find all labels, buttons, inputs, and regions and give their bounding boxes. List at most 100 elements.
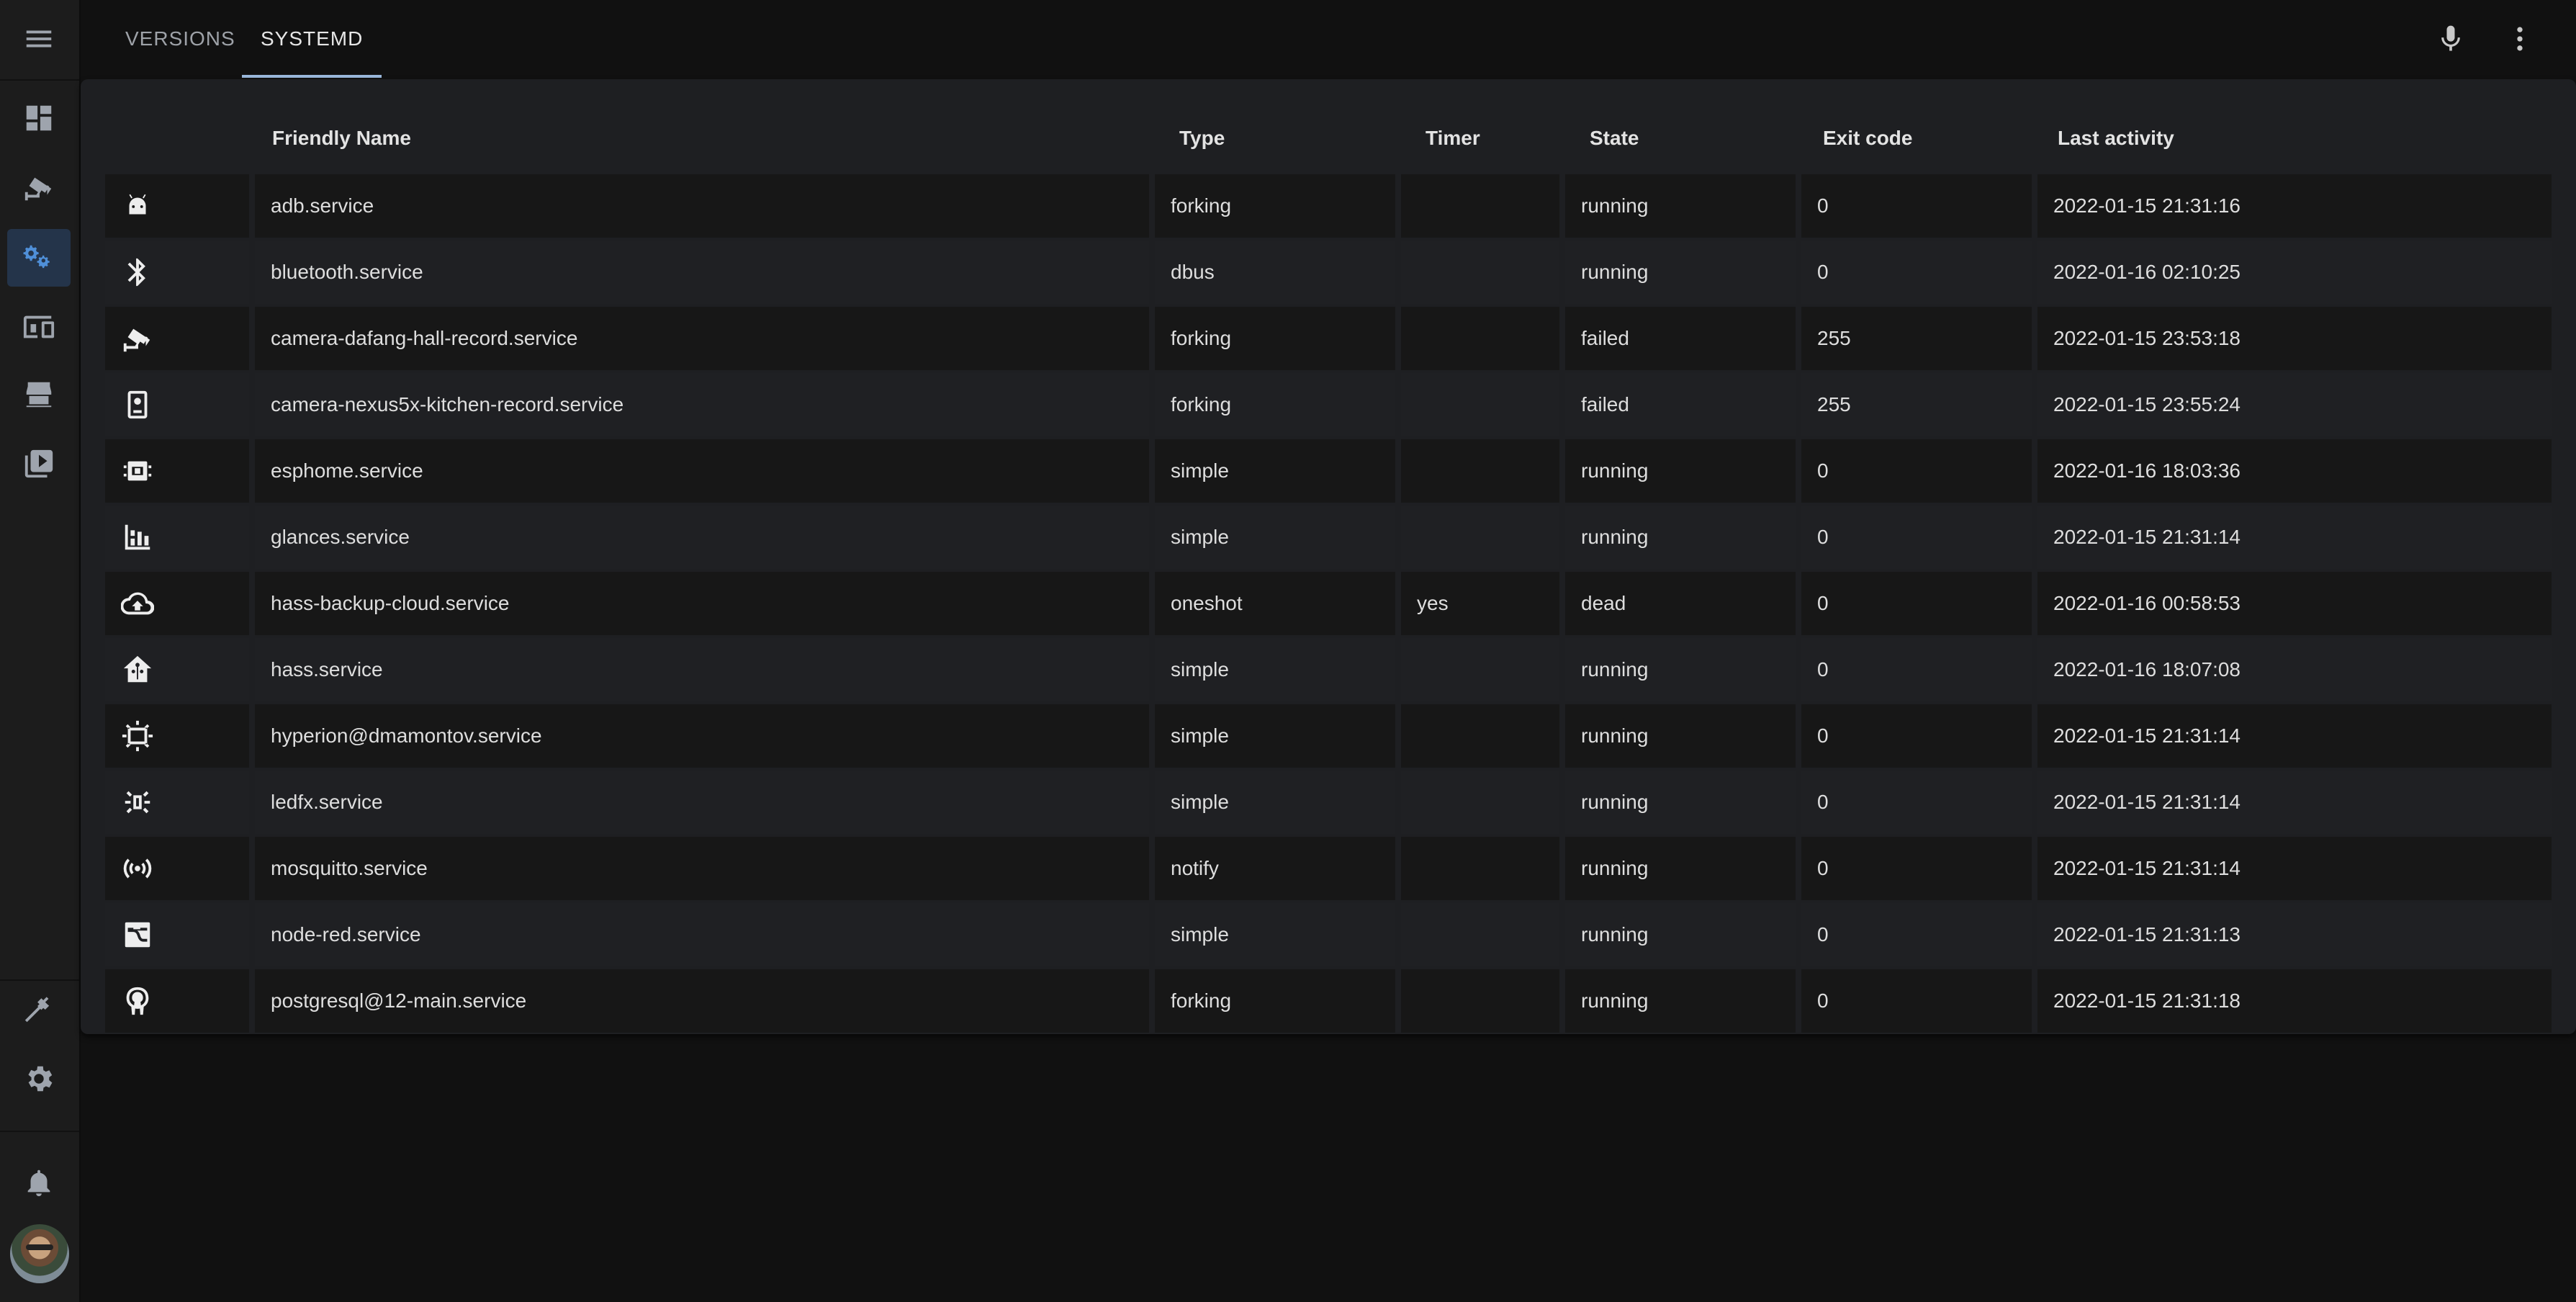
microphone-icon (2441, 25, 2460, 51)
cell-activity: 2022-01-15 21:31:18 (2037, 969, 2552, 1033)
cell-type: simple (1155, 439, 1395, 503)
cell-state: running (1565, 771, 1796, 834)
table-row[interactable]: hass.service simple running 0 2022-01-16 18:… (105, 638, 2552, 701)
chart-icon (125, 524, 150, 550)
hammer-icon (24, 997, 50, 1023)
media-icon (24, 449, 53, 478)
sidebar (0, 0, 81, 1302)
sidebar-item-devices[interactable] (7, 298, 71, 356)
cell-timer (1401, 174, 1559, 238)
bell-icon (27, 1169, 50, 1197)
sidebar-divider (0, 1131, 79, 1132)
table-row[interactable]: mosquitto.service notify running 0 2022-01-1… (105, 837, 2552, 900)
table-row[interactable]: camera-dafang-hall-record.service forking… (105, 307, 2552, 370)
cell-name: ledfx.service (255, 771, 1149, 834)
service-icon-cell (105, 307, 249, 370)
top-bar: VERSIONS SYSTEMD (81, 0, 2576, 78)
dots-vertical-icon (2517, 27, 2523, 51)
sidebar-item-supervisor[interactable] (7, 229, 71, 287)
cell-exit: 0 (1801, 969, 2032, 1033)
cell-name: glances.service (255, 506, 1149, 569)
service-icon-cell (105, 704, 249, 768)
cell-exit: 255 (1801, 373, 2032, 436)
cell-activity: 2022-01-15 23:53:18 (2037, 307, 2552, 370)
sidebar-divider (0, 79, 79, 81)
cell-activity: 2022-01-16 00:58:53 (2037, 572, 2552, 635)
cell-state: running (1565, 506, 1796, 569)
cell-exit: 0 (1801, 771, 2032, 834)
cell-exit: 0 (1801, 903, 2032, 966)
cell-name: hyperion@dmamontov.service (255, 704, 1149, 768)
cell-exit: 0 (1801, 638, 2032, 701)
table-row[interactable]: postgresql@12-main.service forking running… (105, 969, 2552, 1033)
sidebar-item-hacs[interactable] (7, 366, 71, 423)
service-icon-cell (105, 572, 249, 635)
bluetooth-icon (127, 258, 145, 287)
sidebar-item-notifications[interactable] (7, 1154, 71, 1211)
cell-exit: 0 (1801, 704, 2032, 768)
cell-activity: 2022-01-15 21:31:14 (2037, 506, 2552, 569)
cell-name: hass-backup-cloud.service (255, 572, 1149, 635)
cell-timer (1401, 638, 1559, 701)
sidebar-item-cameras[interactable] (7, 158, 71, 216)
sidebar-item-developer-tools[interactable] (7, 981, 71, 1038)
more-options-button[interactable] (2501, 20, 2539, 58)
avatar[interactable] (10, 1224, 69, 1283)
table-row[interactable]: node-red.service simple running 0 2022-01-15… (105, 903, 2552, 966)
cell-type: simple (1155, 903, 1395, 966)
cell-name: camera-nexus5x-kitchen-record.service (255, 373, 1149, 436)
menu-icon (26, 30, 52, 48)
cell-name: camera-dafang-hall-record.service (255, 307, 1149, 370)
cell-state: running (1565, 638, 1796, 701)
tab-systemd[interactable]: SYSTEMD (242, 0, 382, 78)
cell-name: postgresql@12-main.service (255, 969, 1149, 1033)
column-timer[interactable]: Timer (1426, 107, 1480, 170)
table-row[interactable]: hass-backup-cloud.service oneshot yes dead 0… (105, 572, 2552, 635)
cell-activity: 2022-01-15 23:55:24 (2037, 373, 2552, 436)
home-assistant-icon (123, 655, 152, 683)
cell-state: running (1565, 903, 1796, 966)
cell-timer (1401, 771, 1559, 834)
service-icon-cell (105, 969, 249, 1033)
sidebar-item-media[interactable] (7, 435, 71, 493)
sidebar-item-overview[interactable] (7, 89, 71, 147)
column-last-activity[interactable]: Last activity (2058, 107, 2174, 170)
voice-button[interactable] (2432, 20, 2469, 58)
cell-timer (1401, 506, 1559, 569)
table-row[interactable]: hyperion@dmamontov.service simple running 0… (105, 704, 2552, 768)
tv-ambient-icon (122, 720, 153, 752)
cell-type: oneshot (1155, 572, 1395, 635)
service-icon-cell (105, 903, 249, 966)
column-friendly-name[interactable]: Friendly Name (272, 107, 411, 170)
tab-versions[interactable]: VERSIONS (107, 0, 254, 78)
cell-name: node-red.service (255, 903, 1149, 966)
cell-type: simple (1155, 771, 1395, 834)
cell-timer (1401, 903, 1559, 966)
cell-timer (1401, 704, 1559, 768)
sidebar-item-settings[interactable] (7, 1050, 71, 1108)
cell-state: failed (1565, 307, 1796, 370)
cell-activity: 2022-01-15 21:31:16 (2037, 174, 2552, 238)
cell-timer: yes (1401, 572, 1559, 635)
cell-exit: 0 (1801, 837, 2032, 900)
cctv-icon (24, 177, 52, 201)
table-row[interactable]: adb.service forking running 0 2022-01-15 21:… (105, 174, 2552, 238)
cell-type: forking (1155, 373, 1395, 436)
service-icon-cell (105, 373, 249, 436)
cell-activity: 2022-01-15 21:31:13 (2037, 903, 2552, 966)
cell-activity: 2022-01-16 02:10:25 (2037, 241, 2552, 304)
column-exit-code[interactable]: Exit code (1823, 107, 1912, 170)
service-icon-cell (105, 837, 249, 900)
column-state[interactable]: State (1590, 107, 1639, 170)
table-row[interactable]: esphome.service simple running 0 2022-01-16 … (105, 439, 2552, 503)
led-icon (125, 791, 150, 814)
table-row[interactable]: camera-nexus5x-kitchen-record.service for… (105, 373, 2552, 436)
menu-button[interactable] (7, 10, 71, 68)
table-row[interactable]: bluetooth.service dbus running 0 2022-01-16 … (105, 241, 2552, 304)
column-type[interactable]: Type (1179, 107, 1225, 170)
table-row[interactable]: ledfx.service simple running 0 2022-01-15 21… (105, 771, 2552, 834)
cell-type: forking (1155, 969, 1395, 1033)
table-row[interactable]: glances.service simple running 0 2022-01-15 … (105, 506, 2552, 569)
service-icon-cell (105, 241, 249, 304)
service-icon-cell (105, 638, 249, 701)
